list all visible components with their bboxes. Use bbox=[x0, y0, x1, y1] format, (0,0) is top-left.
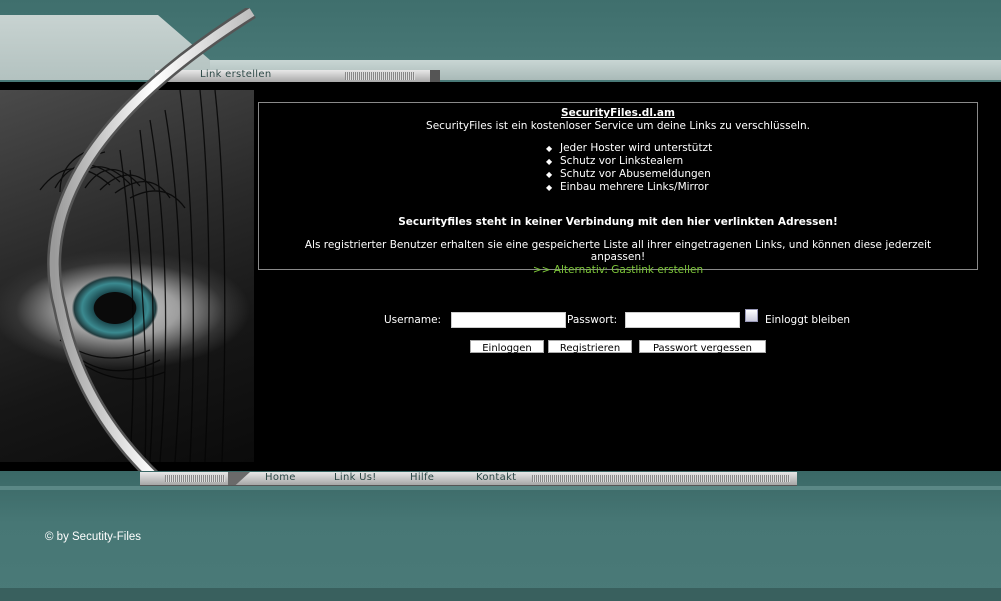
footer-nav-home[interactable]: Home bbox=[265, 472, 296, 483]
remember-me-label: Einloggt bleiben bbox=[765, 314, 851, 326]
diamond-bullet-icon: ◆ bbox=[546, 144, 553, 153]
info-title: SecurityFiles.dl.am bbox=[561, 107, 675, 119]
username-input[interactable] bbox=[451, 312, 566, 328]
forgot-password-button[interactable]: Passwort vergessen bbox=[639, 340, 766, 354]
footer-band bbox=[0, 471, 1001, 601]
diamond-bullet-icon: ◆ bbox=[546, 170, 553, 179]
copyright-text: © by Secutity-Files bbox=[45, 531, 142, 543]
feature-item: ◆ Einbau mehrere Links/Mirror bbox=[546, 181, 709, 193]
footer-nav-link-us[interactable]: Link Us! bbox=[334, 472, 377, 483]
diamond-bullet-icon: ◆ bbox=[546, 157, 553, 166]
password-label: Passwort: bbox=[567, 314, 618, 326]
registered-info-text: Als registrierter Benutzer erhalten sie … bbox=[304, 239, 932, 263]
info-box: SecurityFiles.dl.am SecurityFiles ist ei… bbox=[258, 102, 978, 276]
feature-item: ◆ Jeder Hoster wird unterstützt bbox=[546, 142, 713, 154]
password-input[interactable] bbox=[625, 312, 740, 328]
diamond-bullet-icon: ◆ bbox=[546, 183, 553, 192]
footer-dark-strip bbox=[0, 588, 1001, 601]
footer-stripe bbox=[0, 486, 1001, 490]
footer-nav-contact[interactable]: Kontakt bbox=[476, 472, 516, 483]
feature-item: ◆ Schutz vor Abusemeldungen bbox=[546, 168, 711, 180]
feature-item: ◆ Schutz vor Linkstealern bbox=[546, 155, 684, 167]
guest-link[interactable]: >> Alternativ: Gastlink erstellen bbox=[259, 264, 977, 276]
register-button[interactable]: Registrieren bbox=[548, 340, 632, 354]
disclaimer-text: Securityfiles steht in keiner Verbindung… bbox=[398, 216, 838, 228]
info-description: SecurityFiles ist ein kostenloser Servic… bbox=[426, 120, 810, 132]
footer-nav-bar bbox=[140, 472, 797, 486]
login-button[interactable]: Einloggen bbox=[470, 340, 544, 354]
footer-nav-help[interactable]: Hilfe bbox=[410, 472, 434, 483]
username-label: Username: bbox=[384, 314, 442, 326]
feature-list: ◆ Jeder Hoster wird unterstützt ◆ Schutz v… bbox=[546, 142, 846, 194]
login-form: Username: Passwort: Einloggt bleiben Ein… bbox=[258, 309, 978, 369]
remember-me-checkbox[interactable] bbox=[745, 309, 758, 322]
